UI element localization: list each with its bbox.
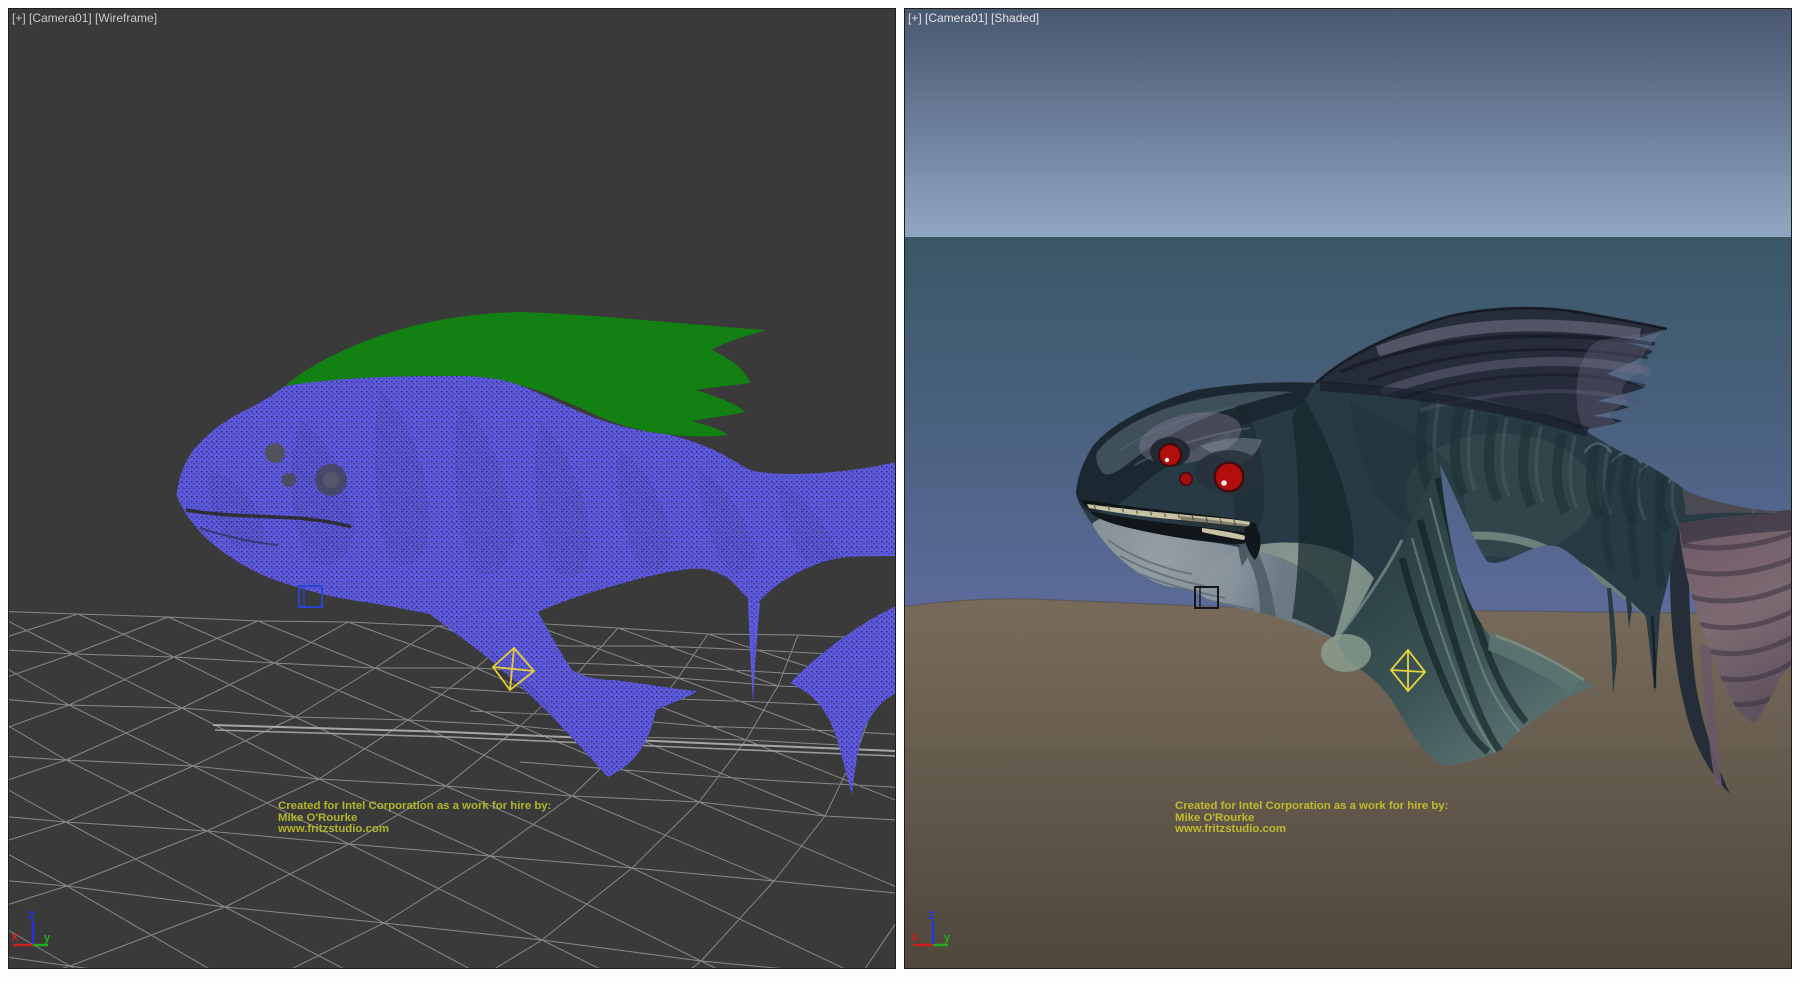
- svg-text:Created for Intel Corporation: Created for Intel Corporation as a work …: [1175, 800, 1448, 812]
- svg-text:X: X: [911, 932, 919, 944]
- svg-text:Created for Intel Corporation: Created for Intel Corporation as a work …: [278, 800, 551, 812]
- svg-text:X: X: [11, 932, 19, 944]
- svg-text:[+] [Camera01] [Wireframe]: [+] [Camera01] [Wireframe]: [12, 11, 157, 25]
- svg-text:y: y: [44, 932, 51, 944]
- svg-text:Z: Z: [928, 910, 935, 922]
- svg-text:[+] [Camera01] [Shaded]: [+] [Camera01] [Shaded]: [908, 11, 1039, 25]
- svg-text:y: y: [944, 932, 951, 944]
- svg-text:www.fritzstudio.com: www.fritzstudio.com: [277, 823, 389, 835]
- svg-text:www.fritzstudio.com: www.fritzstudio.com: [1174, 823, 1286, 835]
- svg-text:Z: Z: [28, 910, 35, 922]
